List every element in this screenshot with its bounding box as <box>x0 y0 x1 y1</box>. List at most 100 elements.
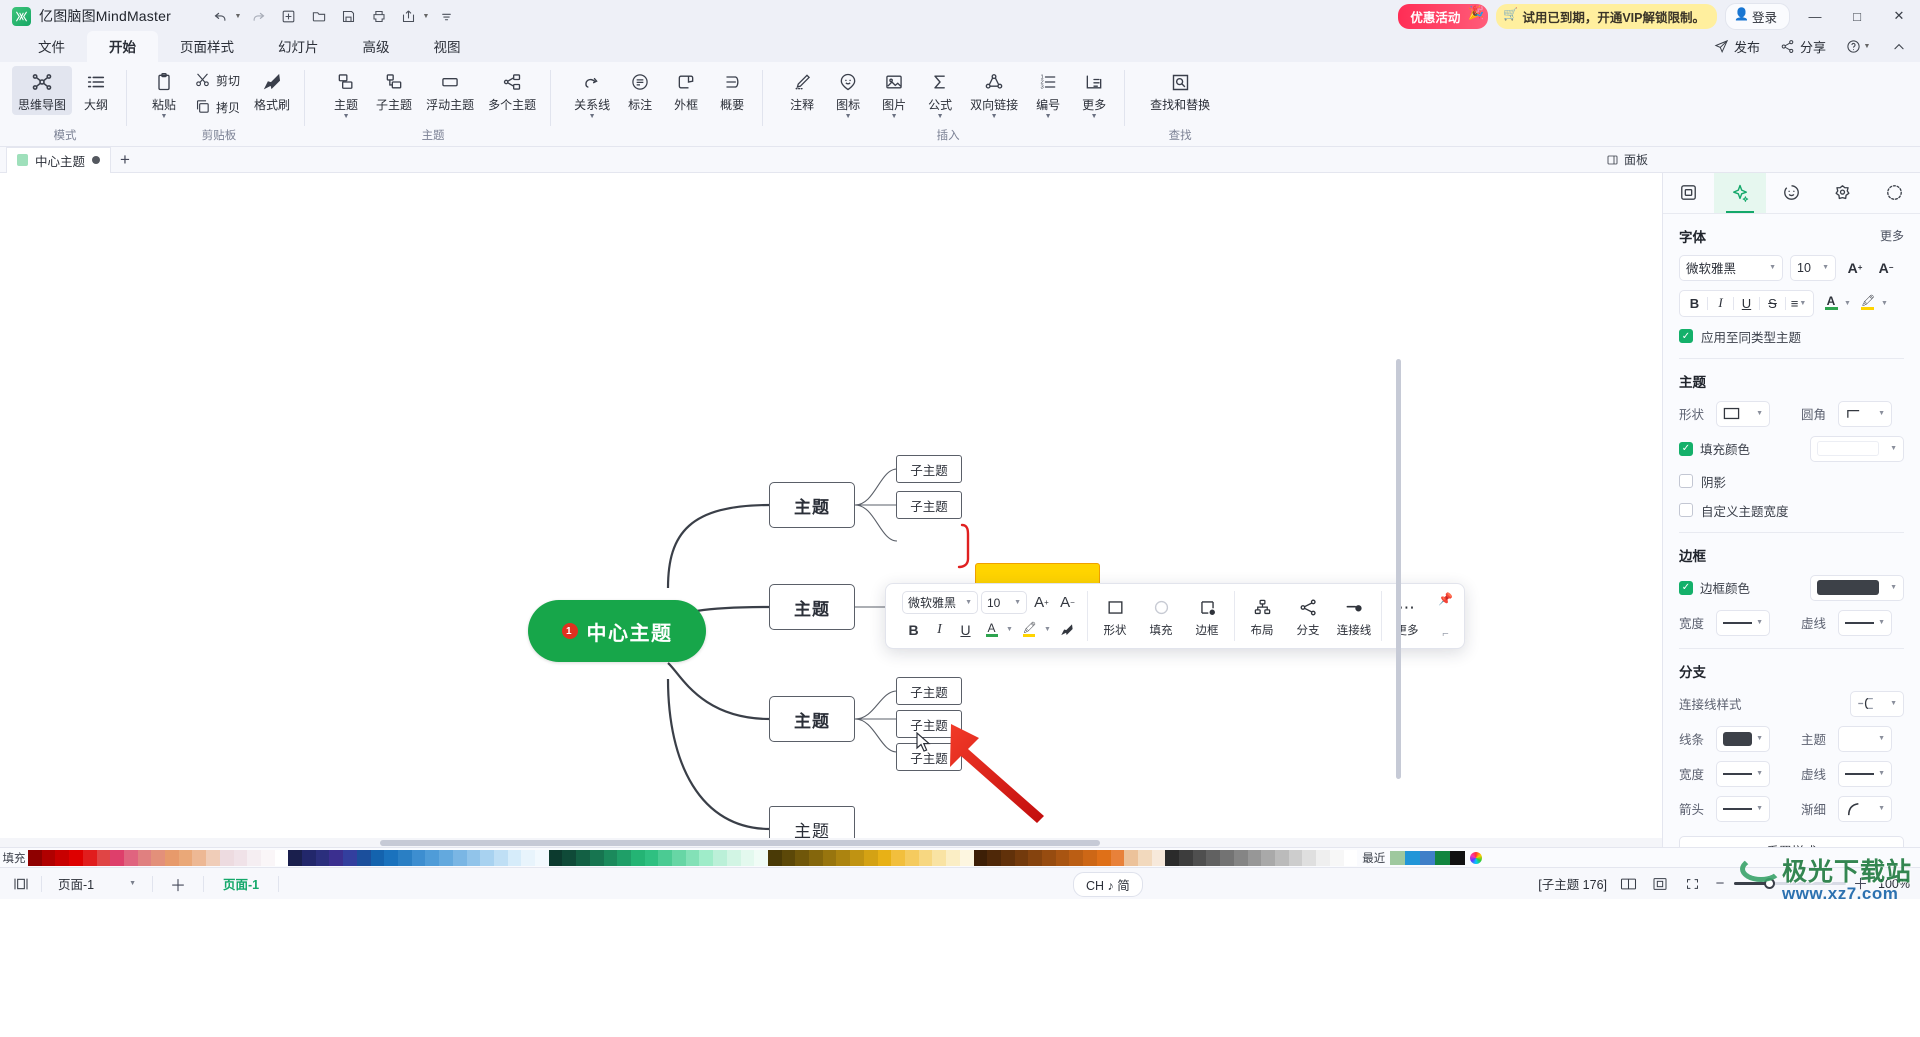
palette-swatch[interactable] <box>1056 850 1070 866</box>
subtopic-1-1[interactable]: 子主题 <box>896 455 962 483</box>
fill-color-checkbox[interactable]: ✓ <box>1679 442 1693 456</box>
border-color-checkbox[interactable]: ✓ <box>1679 581 1693 595</box>
panel-increase-font-button[interactable]: A+ <box>1843 256 1867 280</box>
palette-swatch[interactable] <box>275 850 289 866</box>
palette-swatch[interactable] <box>535 850 549 866</box>
subtopic-3-1[interactable]: 子主题 <box>896 677 962 705</box>
tab-slideshow[interactable]: 幻灯片 <box>256 31 341 62</box>
palette-swatch[interactable] <box>1069 850 1083 866</box>
palette-grid[interactable] <box>28 850 1357 866</box>
central-topic[interactable]: 1 中心主题 <box>528 600 706 662</box>
custom-width-row[interactable]: 自定义主题宽度 <box>1679 501 1904 520</box>
palette-swatch[interactable] <box>987 850 1001 866</box>
branch-arrow-select[interactable]: ▼ <box>1716 796 1770 822</box>
panel-tab-ai-style[interactable] <box>1714 173 1765 213</box>
zoom-out-button[interactable]: − <box>1713 875 1727 892</box>
shadow-checkbox[interactable] <box>1679 474 1693 488</box>
palette-swatch[interactable] <box>672 850 686 866</box>
formula-button[interactable]: 公式 ▼ <box>918 66 962 122</box>
fill-button[interactable]: 填充 <box>1140 591 1182 641</box>
decrease-font-size-button[interactable]: A− <box>1056 591 1079 614</box>
palette-swatch[interactable] <box>741 850 755 866</box>
palette-swatch[interactable] <box>28 850 42 866</box>
topic-corner-select[interactable]: ▼ <box>1838 401 1892 427</box>
panel-bold-button[interactable]: B <box>1682 292 1707 315</box>
zoom-slider-track[interactable] <box>1734 882 1846 885</box>
recent-color-swatch[interactable] <box>1450 851 1465 865</box>
recent-color-swatch[interactable] <box>1420 851 1435 865</box>
palette-swatch[interactable] <box>384 850 398 866</box>
tab-view[interactable]: 视图 <box>412 31 483 62</box>
palette-swatch[interactable] <box>562 850 576 866</box>
branch-button[interactable]: 分支 <box>1287 591 1329 641</box>
recent-color-swatch[interactable] <box>1435 851 1450 865</box>
palette-swatch[interactable] <box>69 850 83 866</box>
border-button[interactable]: 边框 <box>1186 591 1228 641</box>
tab-page-style[interactable]: 页面样式 <box>158 31 256 62</box>
font-color-dropdown-icon[interactable]: ▼ <box>1006 626 1013 633</box>
palette-swatch[interactable] <box>439 850 453 866</box>
palette-swatch[interactable] <box>782 850 796 866</box>
page-chip[interactable]: 页面-1 <box>213 874 269 893</box>
palette-swatch[interactable] <box>850 850 864 866</box>
vip-upgrade-button[interactable]: 🛒 试用已到期，开通VIP解锁限制。 <box>1496 4 1717 29</box>
paste-button[interactable]: 粘贴 ▼ <box>142 66 186 122</box>
palette-swatch[interactable] <box>179 850 193 866</box>
palette-swatch[interactable] <box>960 850 974 866</box>
palette-swatch[interactable] <box>206 850 220 866</box>
palette-swatch[interactable] <box>836 850 850 866</box>
branch-line-color-select[interactable]: ▼ <box>1716 726 1770 752</box>
palette-swatch[interactable] <box>220 850 234 866</box>
panel-font-family-select[interactable]: 微软雅黑 ▼ <box>1679 255 1783 281</box>
panel-font-color-dropdown-icon[interactable]: ▼ <box>1844 300 1851 307</box>
add-document-tab-button[interactable]: + <box>111 150 139 170</box>
palette-swatch[interactable] <box>1097 850 1111 866</box>
recent-color-swatch[interactable] <box>1405 851 1420 865</box>
color-wheel-icon[interactable] <box>1470 852 1482 864</box>
border-dash-select[interactable]: ▼ <box>1838 610 1892 636</box>
font-family-select[interactable]: 微软雅黑 ▼ <box>902 591 978 614</box>
apply-same-type-row[interactable]: ✓ 应用至同类型主题 <box>1679 327 1904 346</box>
recent-swatches[interactable] <box>1390 851 1465 865</box>
boundary-button[interactable]: 外框 <box>664 66 708 115</box>
palette-swatch[interactable] <box>288 850 302 866</box>
palette-swatch[interactable] <box>165 850 179 866</box>
image-button[interactable]: 图片 ▼ <box>872 66 916 122</box>
collapse-ribbon-button[interactable] <box>1884 37 1914 57</box>
underline-button[interactable]: U <box>954 618 977 641</box>
palette-swatch[interactable] <box>590 850 604 866</box>
panel-tab-sticker[interactable] <box>1766 173 1817 213</box>
palette-swatch[interactable] <box>425 850 439 866</box>
reset-style-button[interactable]: 重置样式 <box>1679 836 1904 847</box>
palette-swatch[interactable] <box>343 850 357 866</box>
palette-swatch[interactable] <box>97 850 111 866</box>
mindmap-mode-button[interactable]: 思维导图 <box>12 66 72 115</box>
palette-swatch[interactable] <box>686 850 700 866</box>
palette-swatch[interactable] <box>658 850 672 866</box>
palette-swatch[interactable] <box>905 850 919 866</box>
subtopic-button[interactable]: 子主题 <box>370 66 418 115</box>
border-color-select[interactable]: ▼ <box>1810 575 1904 601</box>
panel-italic-button[interactable]: I <box>1708 292 1733 315</box>
palette-swatch[interactable] <box>1316 850 1330 866</box>
palette-swatch[interactable] <box>247 850 261 866</box>
panel-highlight-dropdown-icon[interactable]: ▼ <box>1881 300 1888 307</box>
palette-swatch[interactable] <box>1220 850 1234 866</box>
palette-swatch[interactable] <box>480 850 494 866</box>
palette-swatch[interactable] <box>864 850 878 866</box>
shape-button[interactable]: 形状 <box>1094 591 1136 641</box>
panel-toggle-button[interactable]: 面板 <box>1606 151 1648 168</box>
redo-icon[interactable] <box>245 4 273 28</box>
palette-swatch[interactable] <box>124 850 138 866</box>
palette-swatch[interactable] <box>891 850 905 866</box>
promo-button[interactable]: 优惠活动 🎉 <box>1398 4 1488 29</box>
palette-swatch[interactable] <box>357 850 371 866</box>
shadow-row[interactable]: 阴影 <box>1679 472 1904 491</box>
branch-width-select[interactable]: ▼ <box>1716 761 1770 787</box>
more-button[interactable]: ⋯ 更多 <box>1386 591 1428 641</box>
undo-icon[interactable] <box>207 4 235 28</box>
palette-swatch[interactable] <box>55 850 69 866</box>
connector-button[interactable]: 连接线 <box>1333 591 1375 641</box>
cut-button[interactable]: 剪切 <box>188 66 246 92</box>
panel-font-color-button[interactable]: A <box>1821 291 1841 315</box>
